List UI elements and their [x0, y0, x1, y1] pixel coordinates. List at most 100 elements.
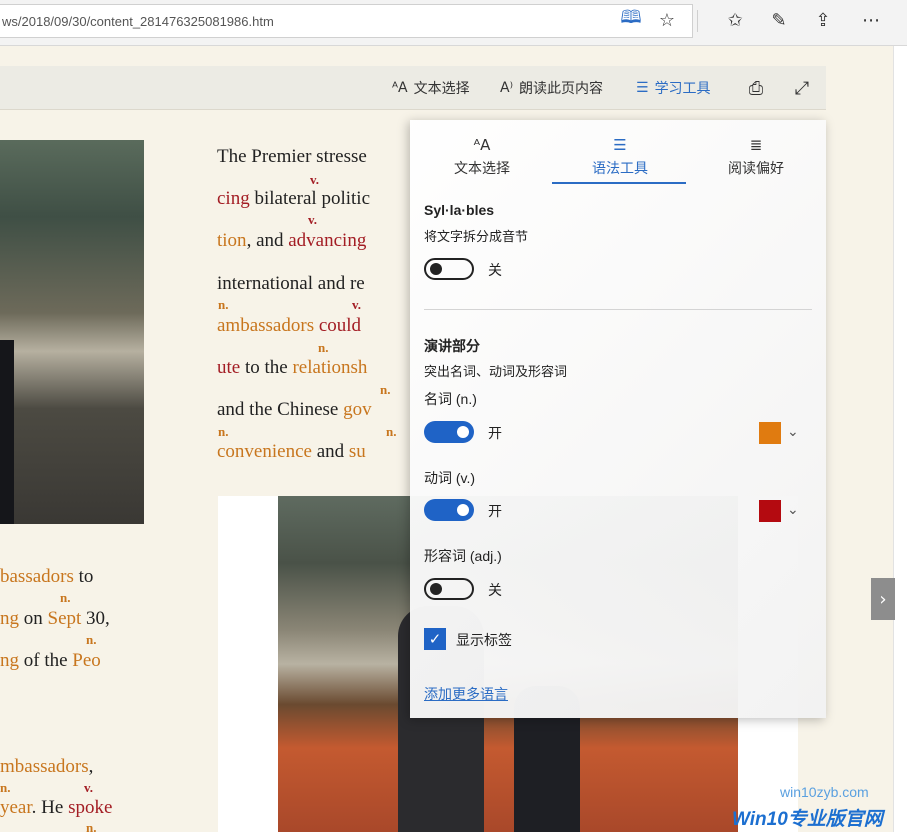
verb-word: could — [318, 315, 362, 336]
text-segment: of the — [19, 650, 73, 671]
show-labels-checkbox[interactable]: ✓ — [424, 628, 446, 650]
syllables-title: Syl·la·bles — [424, 202, 495, 218]
verb-tag: v. — [84, 780, 94, 795]
article-line: mbassadors, — [0, 756, 93, 778]
text-size-icon: ᴬA — [473, 136, 491, 154]
add-languages-link[interactable]: 添加更多语言 — [424, 684, 508, 704]
noun-toggle[interactable] — [424, 421, 474, 443]
noun-tag: n. — [86, 632, 97, 647]
favorites-list-icon[interactable]: ✩ — [722, 8, 748, 32]
article-line: ambassadors could — [217, 315, 361, 337]
noun-label: 名词 (n.) — [424, 391, 477, 407]
article-line: convenience and su — [217, 441, 366, 463]
read-aloud-label: 朗读此页内容 — [519, 80, 604, 96]
article-line: and the Chinese gov — [217, 399, 372, 421]
chevron-down-icon[interactable]: ⌄ — [787, 424, 799, 440]
article-line: year. He spoke — [0, 797, 112, 819]
text-segment: to the — [240, 357, 293, 378]
noun-word: su — [348, 441, 366, 462]
syllables-toggle[interactable] — [424, 258, 474, 280]
toolbar-divider — [697, 10, 698, 32]
share-icon[interactable]: ⇪ — [810, 8, 836, 32]
verb-word: cing — [217, 188, 250, 209]
text-segment: on — [19, 608, 48, 629]
adjective-label: 形容词 (adj.) — [424, 548, 502, 564]
learning-tools-button[interactable]: ☰ 学习工具 — [636, 78, 711, 98]
syllables-state: 关 — [488, 262, 502, 278]
learning-tools-label: 学习工具 — [654, 80, 711, 96]
tab-grammar-tools[interactable]: ☰ 语法工具 — [554, 130, 686, 184]
noun-tag: n. — [380, 382, 391, 397]
next-page-arrow[interactable]: › — [871, 578, 895, 620]
text-segment: bilateral politic — [249, 188, 371, 209]
scrollbar-strip — [893, 46, 907, 832]
adjective-state: 关 — [488, 582, 502, 598]
url-text: ws/2018/09/30/content_281476325081986.ht… — [2, 14, 274, 29]
watermark-brand: Win10专业版官网 — [732, 809, 883, 830]
article-line: The Premier stresse — [217, 146, 367, 168]
noun-word: mbassadors — [0, 756, 89, 777]
section-divider — [424, 309, 812, 310]
address-bar: ws/2018/09/30/content_281476325081986.ht… — [0, 0, 907, 46]
article-photo-left — [0, 140, 144, 524]
reading-preferences-icon: ≣ — [749, 136, 763, 154]
text-segment: and the Chinese — [217, 399, 344, 420]
noun-word: relationsh — [292, 357, 368, 378]
noun-word: gov — [343, 399, 372, 420]
tab-reading-preferences[interactable]: ≣ 阅读偏好 — [690, 130, 822, 184]
text-options-button[interactable]: ᴬA 文本选择 — [392, 78, 470, 98]
syllables-desc: 将文字拆分成音节 — [424, 229, 529, 244]
noun-tag: n. — [318, 340, 329, 355]
text-segment: The Premier stresse — [217, 146, 367, 167]
noun-word: bassadors — [0, 566, 74, 587]
verb-tag: v. — [308, 212, 318, 227]
tab-label: 语法工具 — [592, 160, 648, 176]
noun-tag: n. — [86, 820, 97, 832]
chevron-down-icon[interactable]: ⌄ — [787, 502, 799, 518]
more-icon[interactable]: ⋯ — [858, 8, 884, 32]
text-segment: 30, — [81, 608, 110, 629]
verb-word: advancing — [288, 230, 367, 251]
verb-toggle[interactable] — [424, 499, 474, 521]
noun-state: 开 — [488, 425, 502, 441]
reading-toolbar: ᴬA 文本选择 A⁾ 朗读此页内容 ☰ 学习工具 ⎙ ⤢ — [0, 66, 826, 110]
url-input[interactable]: ws/2018/09/30/content_281476325081986.ht… — [0, 4, 693, 38]
print-icon[interactable]: ⎙ — [744, 76, 768, 100]
noun-color-swatch[interactable] — [759, 422, 781, 444]
text-options-label: 文本选择 — [413, 80, 470, 96]
noun-word: ng — [0, 650, 19, 671]
text-segment: . He — [31, 797, 69, 818]
tab-label: 阅读偏好 — [728, 160, 784, 176]
learning-tools-icon: ☰ — [636, 80, 649, 96]
noun-word: Peo — [72, 650, 101, 671]
watermark-url: win10zyb.com — [780, 784, 869, 800]
noun-tag: n. — [386, 424, 397, 439]
grammar-tools-icon: ☰ — [613, 136, 627, 154]
noun-word: tion — [217, 230, 247, 251]
noun-word: ambassadors — [217, 315, 315, 336]
active-tab-indicator — [552, 182, 686, 184]
article-line: ute to the relationsh — [217, 357, 367, 379]
read-aloud-button[interactable]: A⁾ 朗读此页内容 — [500, 78, 603, 98]
verb-label: 动词 (v.) — [424, 470, 476, 486]
noun-tag: n. — [218, 297, 229, 312]
verb-tag: v. — [310, 172, 320, 187]
tab-label: 文本选择 — [454, 160, 510, 176]
fullscreen-icon[interactable]: ⤢ — [790, 76, 814, 100]
text-segment: international and re — [217, 273, 365, 294]
verb-color-swatch[interactable] — [759, 500, 781, 522]
tab-text-options[interactable]: ᴬA 文本选择 — [416, 130, 548, 184]
reading-view-icon[interactable]: 🕮 — [618, 7, 644, 32]
verb-word: spoke — [68, 797, 113, 818]
text-segment: and — [311, 441, 349, 462]
verb-state: 开 — [488, 503, 502, 519]
noun-tag: n. — [60, 590, 71, 605]
article-line: cing bilateral politic — [217, 188, 370, 210]
adjective-toggle[interactable] — [424, 578, 474, 600]
read-aloud-icon: A⁾ — [500, 80, 514, 96]
article-line: tion, and advancing — [217, 230, 366, 252]
favorite-star-icon[interactable]: ☆ — [654, 8, 680, 32]
ink-pen-icon[interactable]: ✎ — [766, 8, 792, 32]
text-size-icon: ᴬA — [392, 80, 408, 96]
parts-of-speech-desc: 突出名词、动词及形容词 — [424, 364, 568, 379]
